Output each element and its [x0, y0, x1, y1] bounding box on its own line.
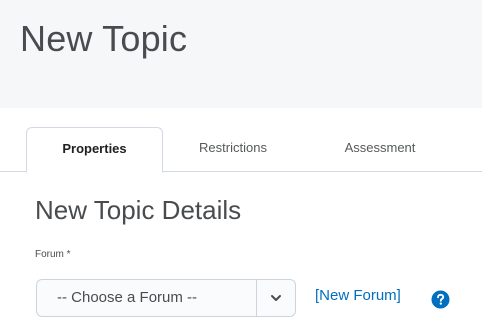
tab-restrictions[interactable]: Restrictions [178, 127, 288, 171]
page-title: New Topic [20, 18, 188, 59]
tab-properties[interactable]: Properties [26, 127, 163, 173]
new-forum-link[interactable]: [New Forum] [315, 287, 401, 304]
section-title: New Topic Details [35, 195, 242, 225]
select-divider [256, 280, 257, 316]
question-circle-icon[interactable] [431, 290, 450, 309]
forum-select[interactable]: -- Choose a Forum -- [36, 279, 296, 317]
tab-assessment[interactable]: Assessment [320, 127, 440, 171]
tab-bar: Properties Restrictions Assessment [0, 127, 482, 173]
forum-select-value: -- Choose a Forum -- [57, 289, 198, 306]
forum-field-label: Forum * [35, 249, 71, 260]
chevron-down-icon[interactable] [266, 291, 286, 305]
